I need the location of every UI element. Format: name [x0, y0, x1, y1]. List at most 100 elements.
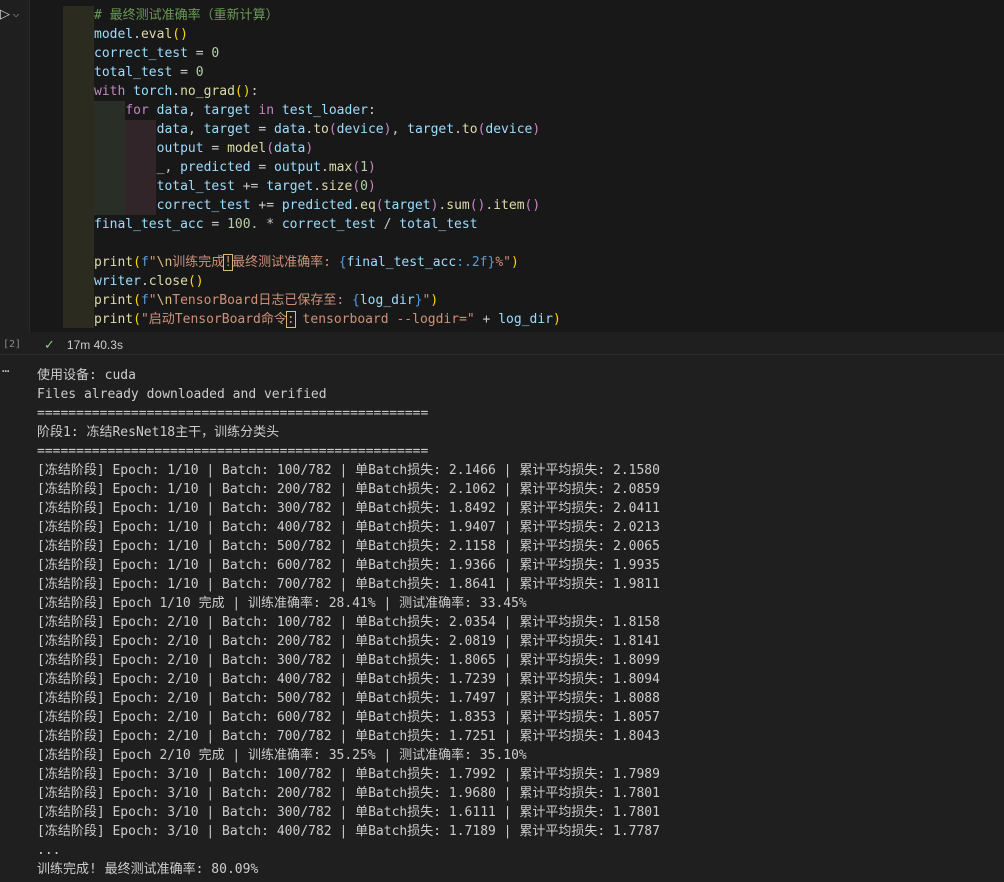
code-token: data [274, 122, 306, 137]
code-token: eq [360, 198, 376, 213]
code-token: target [266, 179, 314, 194]
code-line: final_test_acc = 100. * correct_test / t… [94, 217, 478, 232]
cell-divider [0, 354, 1004, 355]
output-line: [冻结阶段] Epoch: 1/10 | Batch: 400/782 | 单B… [37, 520, 660, 535]
code-token: 1 [360, 160, 368, 175]
code-token: \n [156, 293, 173, 308]
code-token: 0 [211, 46, 220, 61]
code-token: model [94, 27, 134, 42]
code-token: close [148, 274, 188, 289]
code-token: sum [446, 198, 470, 213]
code-token: " [148, 293, 157, 308]
code-token: target [383, 198, 431, 213]
code-token: () [234, 84, 251, 99]
code-line: correct_test = 0 [94, 46, 220, 61]
output-line: [冻结阶段] Epoch: 1/10 | Batch: 100/782 | 单B… [37, 463, 660, 478]
output-line: [冻结阶段] Epoch: 2/10 | Batch: 300/782 | 单B… [37, 653, 660, 668]
code-token: correct_test [156, 198, 251, 213]
code-token: device [336, 122, 384, 137]
code-token: data [156, 103, 188, 118]
output-line: [冻结阶段] Epoch: 1/10 | Batch: 500/782 | 单B… [37, 539, 660, 554]
comment: # 最终测试准确率（重新计算） [94, 8, 279, 23]
output-line: [冻结阶段] Epoch: 3/10 | Batch: 200/782 | 单B… [37, 786, 660, 801]
code-token: no_grad [180, 84, 235, 99]
code-token: _ [156, 160, 165, 175]
unicode-highlight: : [285, 311, 296, 328]
code-token: () [172, 27, 188, 42]
code-token: final_test_acc [94, 217, 204, 232]
output-line: [冻结阶段] Epoch: 3/10 | Batch: 300/782 | 单B… [37, 805, 660, 820]
code-line: total_test += target.size(0) [156, 179, 376, 194]
code-line: print(f"\n训练完成!最终测试准确率: {final_test_acc:… [94, 254, 519, 271]
output-line: Files already downloaded and verified [37, 387, 327, 402]
code-token: total_test [94, 65, 173, 80]
code-line: print("启动TensorBoard命令: tensorboard --lo… [94, 311, 561, 328]
code-token: print [94, 293, 134, 308]
code-line: correct_test += predicted.eq(target).sum… [156, 198, 541, 213]
indent-guide [63, 6, 94, 328]
code-token: final_test_acc [346, 255, 457, 270]
code-line: writer.close() [94, 274, 204, 289]
code-token: to [461, 122, 478, 137]
code-token: size [321, 179, 353, 194]
code-text[interactable]: # 最终测试准确率（重新计算） model.eval() correct_test … [94, 6, 561, 329]
code-line: data, target = data.to(device), target.t… [156, 122, 541, 137]
cell-output: 使用设备: cuda Files already downloaded and v… [37, 366, 660, 879]
code-token: 训练完成 [172, 255, 225, 270]
output-line: 训练完成! 最终测试准确率: 80.09% [37, 862, 259, 877]
output-line: [冻结阶段] Epoch: 1/10 | Batch: 300/782 | 单B… [37, 501, 660, 516]
output-line: ========================================… [37, 406, 429, 421]
code-token: log_dir [498, 312, 554, 327]
code-token: correct_test [94, 46, 188, 61]
code-token: output [156, 141, 204, 156]
code-line: with torch.no_grad(): [94, 84, 259, 99]
code-line: for data, target in test_loader: [125, 103, 376, 118]
code-token: 0 [360, 179, 368, 194]
output-line: [冻结阶段] Epoch: 3/10 | Batch: 400/782 | 单B… [37, 824, 660, 839]
code-token: in [258, 103, 275, 118]
code-token: data [156, 122, 188, 137]
code-token: test_loader [281, 103, 368, 118]
code-token: with [94, 84, 126, 99]
output-line: ... [37, 843, 61, 858]
output-line: [冻结阶段] Epoch: 2/10 | Batch: 400/782 | 单B… [37, 672, 660, 687]
cell-status: ✓ 17m 40.3s [44, 337, 123, 353]
code-token: max [328, 160, 353, 175]
output-line: [冻结阶段] Epoch 1/10 完成 | 训练准确率: 28.41% | 测… [37, 596, 527, 611]
output-line: [冻结阶段] Epoch: 2/10 | Batch: 500/782 | 单B… [37, 691, 660, 706]
execution-time: 17m 40.3s [66, 338, 123, 352]
output-line: 阶段1: 冻结ResNet18主干，训练分类头 [37, 425, 280, 440]
code-token: f [140, 293, 149, 308]
code-token: tensorboard --logdir=" [294, 312, 475, 327]
code-token: data [274, 141, 306, 156]
code-token: print [94, 312, 134, 327]
output-line: [冻结阶段] Epoch: 2/10 | Batch: 200/782 | 单B… [37, 634, 660, 649]
code-token: () [187, 274, 204, 289]
code-token: target [407, 122, 455, 137]
code-cell[interactable]: ▷ ⌵ # 最终测试准确率（重新计算） model.eval() correct_t… [0, 0, 1004, 355]
code-token: torch [133, 84, 173, 99]
output-line: [冻结阶段] Epoch: 1/10 | Batch: 200/782 | 单B… [37, 482, 660, 497]
code-token: print [94, 255, 134, 270]
code-token: total_test [156, 179, 235, 194]
output-line: [冻结阶段] Epoch: 1/10 | Batch: 600/782 | 单B… [37, 558, 660, 573]
output-line: 使用设备: cuda [37, 368, 136, 383]
code-token: item [493, 198, 525, 213]
unicode-highlight: ! [223, 254, 234, 271]
code-token: for [125, 103, 149, 118]
code-token: "启动TensorBoard命令 [140, 312, 287, 327]
run-cell-button[interactable]: ▷ ⌵ [0, 6, 28, 24]
code-line: # 最终测试准确率（重新计算） [94, 6, 561, 25]
output-line: ========================================… [37, 444, 429, 459]
code-token: " [148, 255, 157, 270]
code-token: predicted [180, 160, 251, 175]
output-line: [冻结阶段] Epoch 2/10 完成 | 训练准确率: 35.25% | 测… [37, 748, 527, 763]
code-token: :.2f [456, 255, 488, 270]
output-menu-icon[interactable]: ⋯ [2, 364, 10, 378]
code-token: model [227, 141, 267, 156]
code-token: log_dir [359, 293, 415, 308]
chevron-down-icon[interactable]: ⌵ [13, 6, 19, 24]
code-line: model.eval() [94, 27, 188, 42]
execution-count: [2] [3, 339, 22, 350]
